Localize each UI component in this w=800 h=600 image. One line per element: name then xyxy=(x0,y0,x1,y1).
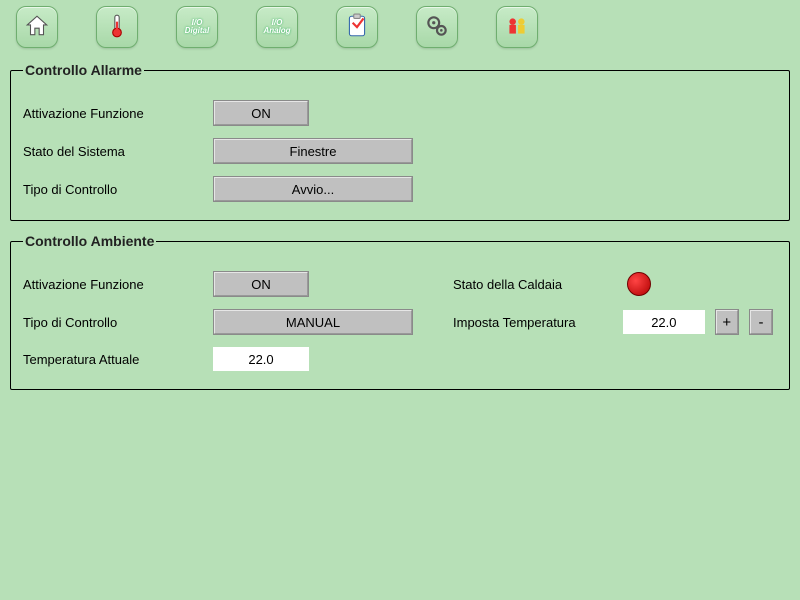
home-icon xyxy=(24,13,50,42)
gears-icon xyxy=(424,13,450,42)
toolbar: I/O Digital I/O Analog xyxy=(0,0,800,58)
io-digital-button[interactable]: I/O Digital xyxy=(176,6,218,48)
set-temperature-value[interactable]: 22.0 xyxy=(623,310,705,334)
settings-button[interactable] xyxy=(416,6,458,48)
alarm-control-group: Controllo Allarme Attivazione Funzione O… xyxy=(10,62,790,221)
alarm-activation-label: Attivazione Funzione xyxy=(23,106,213,121)
io-digital-icon: I/O Digital xyxy=(185,19,209,35)
boiler-status-indicator xyxy=(627,272,651,296)
current-temperature-label: Temperatura Attuale xyxy=(23,352,213,367)
users-button[interactable] xyxy=(496,6,538,48)
clipboard-icon xyxy=(344,13,370,42)
alarm-activation-toggle[interactable]: ON xyxy=(213,100,309,126)
current-temperature-value: 22.0 xyxy=(213,347,309,371)
ambient-control-group: Controllo Ambiente Attivazione Funzione … xyxy=(10,233,790,390)
home-button[interactable] xyxy=(16,6,58,48)
io-analog-button[interactable]: I/O Analog xyxy=(256,6,298,48)
alarm-control-type-label: Tipo di Controllo xyxy=(23,182,213,197)
ambient-legend: Controllo Ambiente xyxy=(23,233,156,249)
users-icon xyxy=(504,13,530,42)
ambient-control-type-label: Tipo di Controllo xyxy=(23,315,213,330)
ambient-activation-label: Attivazione Funzione xyxy=(23,277,213,292)
temperature-minus-button[interactable]: - xyxy=(749,309,773,335)
boiler-state-label: Stato della Caldaia xyxy=(453,277,643,292)
io-analog-icon: I/O Analog xyxy=(263,19,290,35)
alarm-legend: Controllo Allarme xyxy=(23,62,144,78)
alarm-control-type-button[interactable]: Avvio... xyxy=(213,176,413,202)
set-temperature-stepper: 22.0 + - xyxy=(623,309,773,335)
ambient-control-type-button[interactable]: MANUAL xyxy=(213,309,413,335)
clipboard-button[interactable] xyxy=(336,6,378,48)
ambient-activation-toggle[interactable]: ON xyxy=(213,271,309,297)
set-temperature-label: Imposta Temperatura xyxy=(453,315,643,330)
temperature-plus-button[interactable]: + xyxy=(715,309,739,335)
alarm-system-state-button[interactable]: Finestre xyxy=(213,138,413,164)
temperature-button[interactable] xyxy=(96,6,138,48)
alarm-system-state-label: Stato del Sistema xyxy=(23,144,213,159)
thermometer-icon xyxy=(104,13,130,42)
